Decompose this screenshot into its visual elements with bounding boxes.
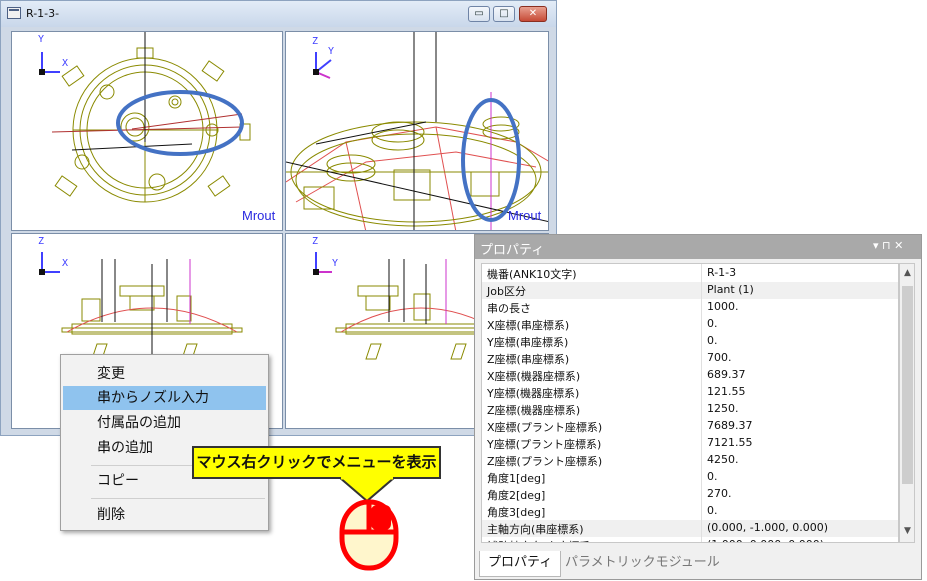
column-divider[interactable] [701,264,702,542]
property-panel[interactable]: プロパティ ▾ ⊓ ✕ 機番(ANK10文字) R-1-3 Job区分 Plant (… [474,234,922,580]
property-row[interactable]: Y座標(プラント座標系) 7121.55 [482,435,898,452]
axis-label-horizontal: X [62,258,69,269]
property-row[interactable]: X座標(機器座標系) 689.37 [482,367,898,384]
property-value[interactable]: 689.37 [707,368,746,381]
property-value[interactable]: 7121.55 [707,436,753,449]
property-row[interactable]: 補助軸方向(串座標系) (1.000, 0.000, 0.000) [482,537,898,542]
property-key: Z座標(串座標系) [487,353,570,366]
scroll-thumb[interactable] [902,286,913,484]
property-value[interactable]: 0. [707,504,718,517]
menu-item-add-accessory[interactable]: 付属品の追加 [63,411,266,435]
property-key: X座標(機器座標系) [487,370,581,383]
property-value[interactable]: Plant (1) [707,283,754,296]
property-value[interactable]: 0. [707,470,718,483]
property-row[interactable]: Z座標(プラント座標系) 4250. [482,452,898,469]
axis-label-vertical: Z [312,36,319,47]
property-value[interactable]: 0. [707,334,718,347]
axis-label-horizontal: Y [328,46,335,57]
property-row[interactable]: 機番(ANK10文字) R-1-3 [482,265,898,282]
property-key: X座標(串座標系) [487,319,570,332]
property-row[interactable]: 角度1[deg] 0. [482,469,898,486]
menu-item-delete[interactable]: 削除 [63,503,266,527]
property-value[interactable]: (1.000, 0.000, 0.000) [707,538,824,542]
property-key: Y座標(プラント座標系) [487,438,602,451]
property-key: 角度3[deg] [487,506,546,519]
property-scrollbar[interactable]: ▲ ▼ [899,263,915,543]
close-button[interactable]: ✕ [519,6,547,22]
property-row[interactable]: Z座標(串座標系) 700. [482,350,898,367]
property-key: 補助軸方向(串座標系) [487,538,595,542]
property-key: 主軸方向(串座標系) [487,523,584,536]
property-value[interactable]: 7689.37 [707,419,753,432]
property-key: Z座標(機器座標系) [487,404,581,417]
property-key: 機番(ANK10文字) [487,268,577,281]
viewport-label: Mrout [508,208,542,223]
property-value[interactable]: (0.000, -1.000, 0.000) [707,521,828,534]
property-row[interactable]: Y座標(機器座標系) 121.55 [482,384,898,401]
property-row[interactable]: X座標(プラント座標系) 7689.37 [482,418,898,435]
minimize-button[interactable]: ▭ [468,6,490,22]
property-value[interactable]: 1250. [707,402,739,415]
property-row[interactable]: Z座標(機器座標系) 1250. [482,401,898,418]
property-key: Y座標(串座標系) [487,336,569,349]
property-key: Z座標(プラント座標系) [487,455,603,468]
mouse-icon [339,499,399,571]
app-icon [7,7,21,19]
property-grid[interactable]: 機番(ANK10文字) R-1-3 Job区分 Plant (1) 串の長さ 1000. X… [481,263,899,543]
axis-label-vertical: Z [38,236,45,247]
viewport-top-right[interactable]: Z Y Mrout [285,31,549,231]
panel-controls[interactable]: ▾ ⊓ ✕ [873,239,903,252]
property-panel-title: プロパティ [480,243,545,258]
property-row[interactable]: 角度3[deg] 0. [482,503,898,520]
property-row[interactable]: 串の長さ 1000. [482,299,898,316]
property-key: 串の長さ [487,302,531,315]
menu-separator [91,498,265,499]
viewport-top-left[interactable]: Y X Mrout [11,31,283,231]
iso-view-drawing [286,32,548,230]
tab-parametric-module[interactable]: パラメトリックモジュール [557,551,728,577]
property-value[interactable]: 700. [707,351,732,364]
axis-label-vertical: Z [312,236,319,247]
menu-item-change[interactable]: 変更 [63,362,266,386]
property-row[interactable]: Y座標(串座標系) 0. [482,333,898,350]
window-titlebar[interactable]: R-1-3- ▭ □ ✕ [1,1,556,27]
property-value[interactable]: R-1-3 [707,266,736,279]
property-value[interactable]: 121.55 [707,385,746,398]
window-title: R-1-3- [26,7,60,20]
property-value[interactable]: 4250. [707,453,739,466]
context-menu[interactable]: 変更 串からノズル入力 付属品の追加 串の追加 コピー 削除 [60,354,269,531]
axis-label-horizontal: X [62,58,69,69]
property-row[interactable]: 角度2[deg] 270. [482,486,898,503]
plan-view-drawing [39,32,251,203]
scroll-down-icon[interactable]: ▼ [902,526,913,540]
scroll-up-icon[interactable]: ▲ [902,268,913,282]
property-key: 角度1[deg] [487,472,546,485]
property-row[interactable]: X座標(串座標系) 0. [482,316,898,333]
axis-label-vertical: Y [38,34,45,45]
property-value[interactable]: 1000. [707,300,739,313]
tab-properties[interactable]: プロパティ [479,551,562,577]
property-value[interactable]: 270. [707,487,732,500]
property-key: X座標(プラント座標系) [487,421,603,434]
callout-box: マウス右クリックでメニューを表示 [192,446,441,479]
property-row[interactable]: Job区分 Plant (1) [482,282,898,299]
menu-item-nozzle-input[interactable]: 串からノズル入力 [63,386,266,410]
property-key: Job区分 [487,285,526,298]
property-row[interactable]: 主軸方向(串座標系) (0.000, -1.000, 0.000) [482,520,898,537]
maximize-button[interactable]: □ [493,6,515,22]
property-panel-header[interactable]: プロパティ ▾ ⊓ ✕ [475,235,921,259]
property-value[interactable]: 0. [707,317,718,330]
viewport-label: Mrout [242,208,276,223]
property-key: 角度2[deg] [487,489,546,502]
axis-label-horizontal: Y [332,258,339,269]
property-key: Y座標(機器座標系) [487,387,580,400]
